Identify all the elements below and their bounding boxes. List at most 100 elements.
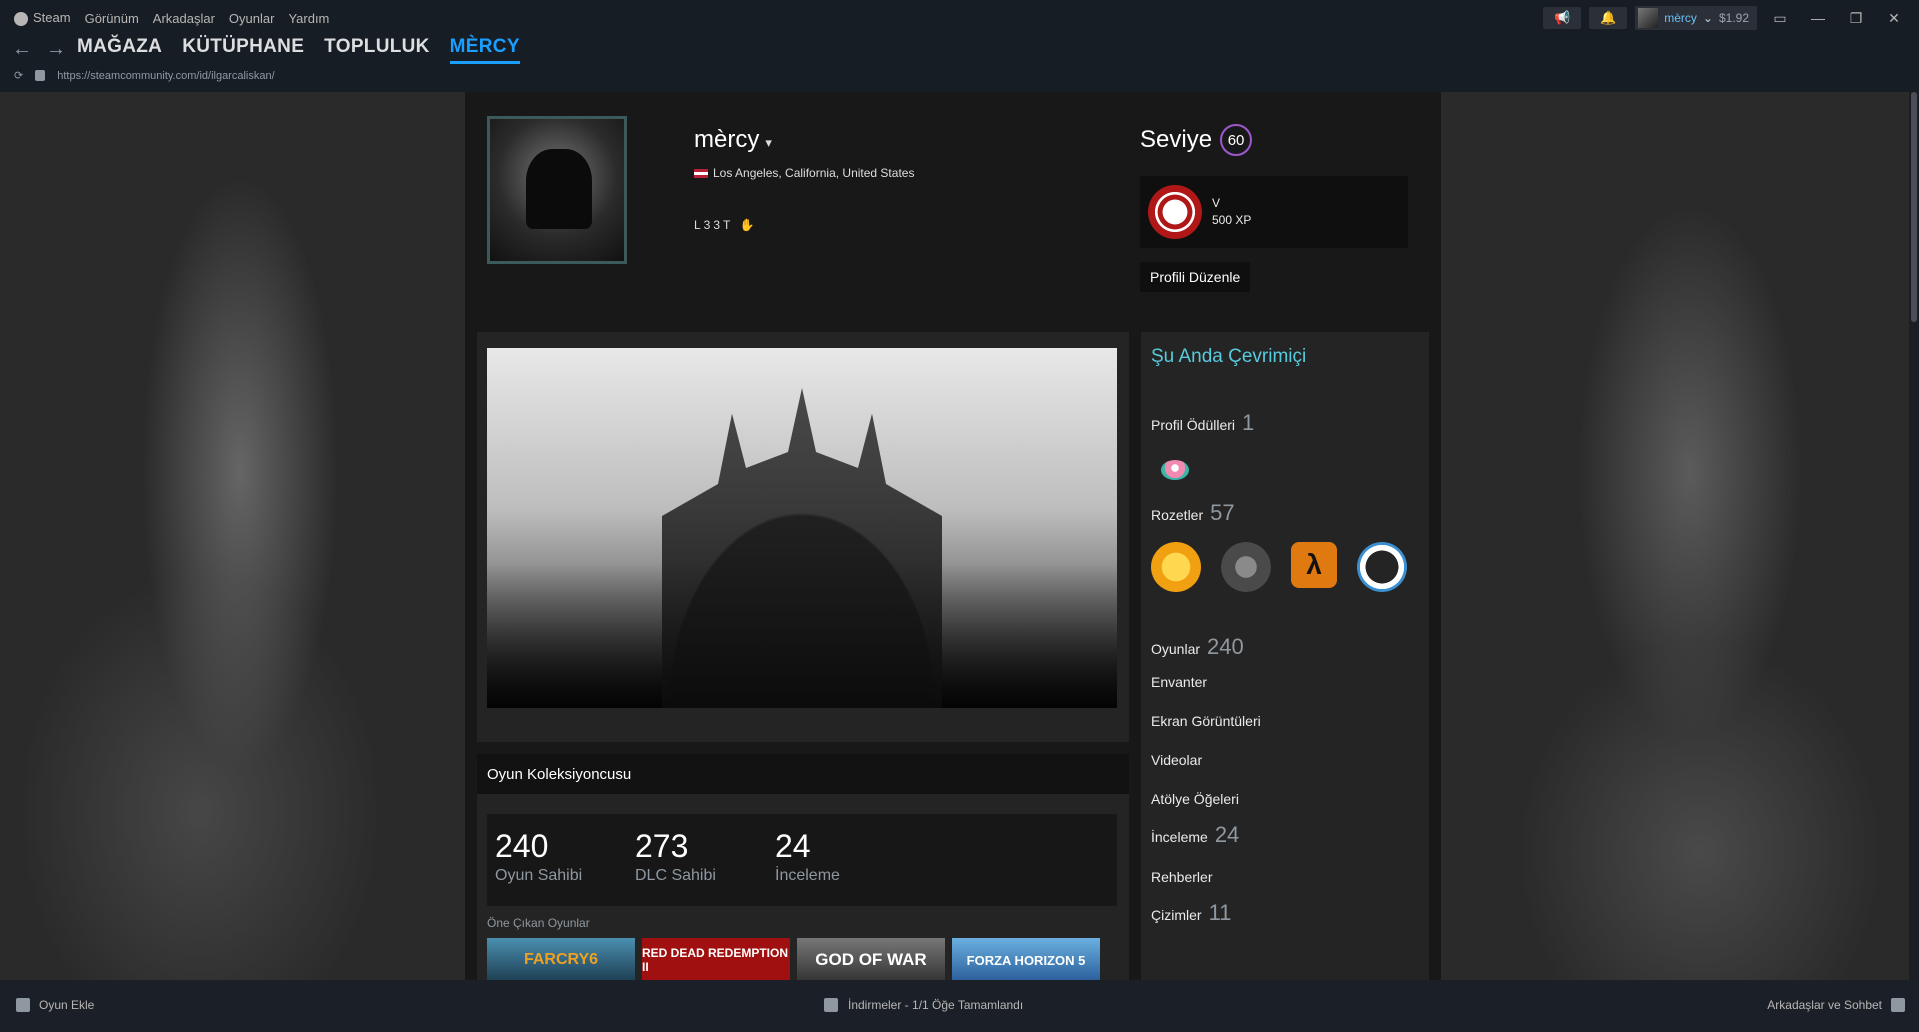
location-text: Los Angeles, California, United States (713, 166, 915, 180)
sidebar-item-label: İnceleme (1151, 829, 1208, 845)
profile-sidebar: Şu Anda Çevrimiçi Profil Ödülleri 1 Rozet… (1141, 332, 1429, 980)
avatar (1638, 8, 1659, 28)
stat-dlc-owned[interactable]: 273 DLC Sahibi (635, 814, 775, 906)
gold-coin-badge-icon[interactable] (1151, 542, 1201, 592)
minimize-button[interactable]: — (1803, 10, 1833, 26)
game-farcry6[interactable]: FARCRY6 (487, 938, 635, 980)
sidebar-item-count: 57 (1210, 500, 1235, 525)
notifications-button[interactable]: 🔔 (1589, 7, 1628, 29)
menu-friends[interactable]: Arkadaşlar (153, 11, 215, 26)
stat-reviews[interactable]: 24 İnceleme (775, 814, 915, 906)
sidebar-item-inventory[interactable]: Envanter (1151, 674, 1207, 690)
restore-button[interactable]: ❐ (1841, 10, 1871, 27)
menu-steam[interactable]: Steam (14, 10, 71, 26)
downloads-status[interactable]: İndirmeler - 1/1 Öğe Tamamlandı (824, 998, 1023, 1012)
sidebar-item-workshop[interactable]: Atölye Öğeleri (1151, 791, 1239, 807)
game-forza-horizon-5[interactable]: FORZA HORIZON 5 (952, 938, 1100, 980)
nav-arrows: ← → (12, 38, 66, 61)
profile-summary: L33T ✋ (694, 218, 754, 232)
close-icon: ✕ (1888, 9, 1900, 26)
megaphone-icon: 📢 (1554, 10, 1571, 25)
sidebar-item-guides[interactable]: Rehberler (1151, 869, 1212, 885)
sidebar-item-awards[interactable]: Profil Ödülleri 1 (1151, 410, 1254, 436)
featured-games-label: Öne Çıkan Oyunlar (487, 916, 590, 930)
game-collector-showcase: Oyun Koleksiyoncusu 240 Oyun Sahibi 273 DL… (477, 754, 1129, 980)
hand-icon: ✋ (739, 218, 755, 232)
menu-bar: Steam Görünüm Arkadaşlar Oyunlar Yardım (0, 10, 329, 26)
sidebar-item-reviews[interactable]: İnceleme 24 (1151, 822, 1239, 848)
announcements-button[interactable]: 📢 (1543, 7, 1582, 29)
sidebar-item-label: Profil Ödülleri (1151, 417, 1236, 433)
half-life-badge-icon[interactable]: λ (1291, 542, 1337, 588)
stat-value: 240 (495, 828, 549, 864)
edit-profile-button[interactable]: Profili Düzenle (1140, 262, 1251, 292)
forward-arrow-icon[interactable]: → (46, 38, 66, 61)
artwork-showcase (477, 332, 1129, 742)
nav-bar: ← → MAĞAZA KÜTÜPHANE TOPLULUK MÈRCY ⟳ ht… (0, 36, 1919, 94)
award-icon[interactable] (1161, 460, 1189, 480)
lock-icon (35, 70, 46, 81)
featured-games: FARCRY6 RED DEAD REDEMPTION II GOD OF WA… (487, 938, 1100, 980)
tab-store[interactable]: MAĞAZA (77, 36, 162, 64)
level-label: Seviye (1140, 126, 1213, 153)
sidebar-item-games[interactable]: Oyunlar 240 (1151, 634, 1244, 660)
refresh-icon[interactable]: ⟳ (14, 69, 23, 82)
online-status: Şu Anda Çevrimiçi (1151, 346, 1307, 367)
sidebar-item-screenshots[interactable]: Ekran Görüntüleri (1151, 713, 1261, 729)
close-button[interactable]: ✕ (1879, 10, 1909, 27)
titlebar-controls: 📢 🔔 mèrcy ⌄ $1.92 ▭ — ❐ ✕ (1543, 0, 1919, 36)
favorite-badge[interactable]: V 500 XP (1140, 176, 1408, 248)
profile-avatar (487, 116, 627, 264)
sidebar-item-videos[interactable]: Videolar (1151, 752, 1202, 768)
profile-name-text: mèrcy (694, 126, 760, 153)
big-picture-button[interactable]: ▭ (1765, 10, 1795, 27)
caret-down-icon[interactable]: ▾ (765, 135, 772, 150)
plus-icon (16, 998, 30, 1012)
cathedral-image (662, 388, 942, 708)
friends-chat-button[interactable]: Arkadaşlar ve Sohbet (1767, 998, 1905, 1012)
scrollbar-thumb[interactable] (1911, 92, 1917, 322)
avatar-rider-image (526, 149, 592, 229)
url-text[interactable]: https://steamcommunity.com/id/ilgarcalis… (57, 70, 274, 82)
profile-name[interactable]: mèrcy ▾ (694, 126, 772, 154)
monitor-icon: ▭ (1773, 9, 1787, 26)
sidebar-item-badges[interactable]: Rozetler 57 (1151, 500, 1235, 526)
stat-value: 24 (775, 828, 811, 864)
badges-row: λ (1151, 542, 1407, 592)
sidebar-item-count: 240 (1207, 634, 1244, 659)
status-bar: Oyun Ekle İndirmeler - 1/1 Öğe Tamamland… (0, 980, 1919, 1032)
sidebar-item-count: 11 (1208, 900, 1232, 925)
menu-help[interactable]: Yardım (288, 11, 329, 26)
account-menu[interactable]: mèrcy ⌄ $1.92 (1635, 6, 1757, 30)
account-name: mèrcy (1664, 11, 1697, 25)
game-god-of-war[interactable]: GOD OF WAR (797, 938, 945, 980)
stat-games-owned[interactable]: 240 Oyun Sahibi (495, 814, 635, 906)
collector-stats: 240 Oyun Sahibi 273 DLC Sahibi 24 İnceleme (487, 814, 1117, 906)
level-badge[interactable]: 60 (1220, 124, 1253, 156)
tab-community[interactable]: TOPLULUK (324, 36, 430, 64)
tab-library[interactable]: KÜTÜPHANE (182, 36, 304, 64)
tab-profile[interactable]: MÈRCY (449, 36, 520, 64)
profile-page: mèrcy ▾ Los Angeles, California, United S… (465, 92, 1441, 980)
sidebar-item-artwork[interactable]: Çizimler 11 (1151, 900, 1231, 926)
pentagram-badge-icon (1148, 185, 1202, 239)
chat-icon (1891, 998, 1905, 1012)
cathedral-artwork[interactable] (487, 348, 1117, 708)
game-rdr2[interactable]: RED DEAD REDEMPTION II (642, 938, 790, 980)
friends-chat-label: Arkadaşlar ve Sohbet (1767, 998, 1882, 1012)
restore-icon: ❐ (1849, 9, 1863, 26)
ring-badge-icon[interactable] (1357, 542, 1407, 592)
scrollbar[interactable] (1909, 92, 1919, 980)
stat-value: 273 (635, 828, 689, 864)
back-arrow-icon[interactable]: ← (12, 38, 32, 61)
menu-games[interactable]: Oyunlar (229, 11, 275, 26)
menu-view[interactable]: Görünüm (85, 11, 139, 26)
download-icon (824, 998, 838, 1012)
steam-logo-icon (14, 11, 28, 26)
chevron-down-icon: ⌄ (1702, 11, 1713, 25)
add-game-button[interactable]: Oyun Ekle (16, 998, 94, 1012)
menu-steam-label: Steam (33, 10, 71, 26)
silver-coin-badge-icon[interactable] (1221, 542, 1271, 592)
downloads-label: İndirmeler - 1/1 Öğe Tamamlandı (848, 998, 1024, 1012)
minimize-icon: — (1811, 10, 1825, 26)
